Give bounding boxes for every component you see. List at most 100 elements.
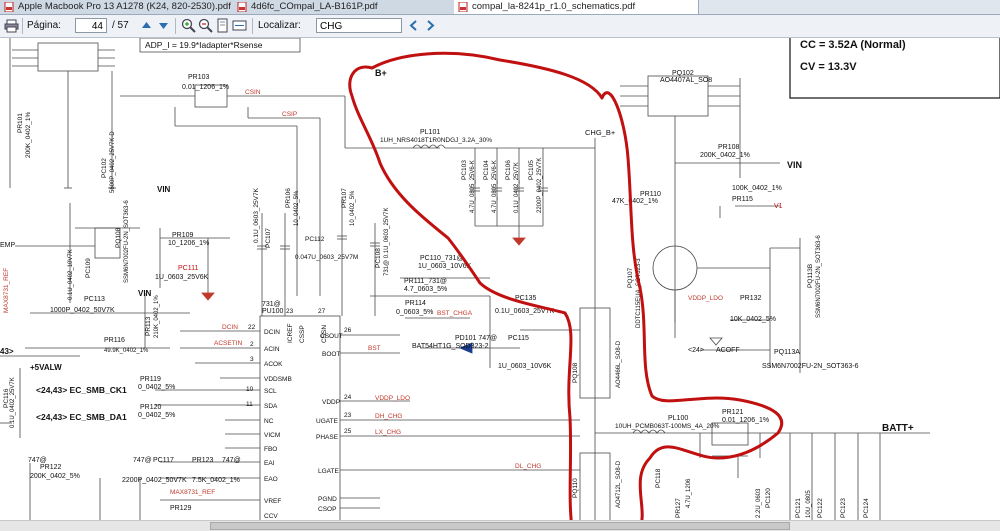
net-v1: V1 xyxy=(774,203,783,210)
tab-macbook-schematic[interactable]: Apple Macbook Pro 13 A1278 (K24, 820-253… xyxy=(0,0,251,14)
smb-data-net: <24,43> EC_SMB_DA1 xyxy=(36,412,127,422)
part-pr122-value: 200K_0402_5% xyxy=(30,473,80,480)
toolbar-separator xyxy=(22,18,23,34)
net-lx-chg: LX_CHG xyxy=(375,429,401,436)
ic-pin-name: VICM xyxy=(264,432,280,439)
part-pq110: PQ110 xyxy=(572,478,579,498)
part-pc107-value: 0.1U_0603_25V7K xyxy=(253,187,260,243)
toolbar-separator xyxy=(252,18,253,34)
ic-pin-name: EAI xyxy=(264,460,275,467)
part-pq113a-value: SSM6N7002FU-2N_SOT363-6 xyxy=(762,363,859,370)
page-down-icon[interactable] xyxy=(156,18,171,33)
variant-747-b: 747@ xyxy=(133,457,152,464)
part-pc117: PC117 xyxy=(153,457,174,464)
tab-compal-la-b161p[interactable]: 4d6fc_COmpal_LA-B161P.pdf xyxy=(233,0,472,14)
part-pr111-value: 4.7_0603_5% xyxy=(404,286,447,293)
part-pr123: PR123 xyxy=(192,457,214,464)
part-pr119: PR119 xyxy=(140,376,161,383)
zoom-out-icon[interactable] xyxy=(198,18,213,33)
ic-pin-name: CCV xyxy=(264,513,278,520)
tab-label: 4d6fc_COmpal_LA-B161P.pdf xyxy=(251,1,378,12)
find-next-icon[interactable] xyxy=(423,18,438,33)
part-pr107: PR107 xyxy=(341,188,348,208)
ic-pin-name: ACOK xyxy=(264,361,283,368)
part-pc106-value: 0.1U_0402_25V7K xyxy=(514,162,520,213)
part-pc104-value: 4.7U_0805_25V6-K xyxy=(492,160,498,213)
page-number-input[interactable]: 44 xyxy=(75,18,107,33)
variant-747-a: 747@ xyxy=(28,457,47,464)
ic-pin-top: CSSP xyxy=(299,325,306,343)
ic-pin-number-right: 23 xyxy=(344,412,352,419)
smb-clock-net: <24,43> EC_SMB_CK1 xyxy=(36,385,127,395)
part-pl100-value: 10UH_PCMB063T-100MS_4A_20% xyxy=(615,423,720,430)
part-pu100: PU100 xyxy=(262,308,284,315)
net-acoff: ACOFF xyxy=(716,347,740,354)
part-pr119-value: 0_0402_5% xyxy=(138,384,175,391)
part-pr106-value: 10_0402_5% xyxy=(294,190,300,226)
part-pc116: PC116 xyxy=(3,388,10,408)
ic-pin-name: DCIN xyxy=(264,329,280,336)
part-pq113b: PQ113B xyxy=(807,264,814,288)
ic-pin-number: 3 xyxy=(250,356,254,363)
horizontal-scrollbar[interactable] xyxy=(0,520,1000,531)
part-pq102: PQ102 xyxy=(672,70,694,77)
find-previous-icon[interactable] xyxy=(406,18,421,33)
part-pc103-value: 4.7U_0805_25V6-K xyxy=(470,160,476,213)
ic-pin-name: EAO xyxy=(264,476,278,483)
part-pc104: PC104 xyxy=(483,160,490,180)
net-max8731-ref-2: MAX8731_REF xyxy=(3,268,10,313)
toolbar-separator xyxy=(175,18,176,34)
zoom-in-icon[interactable] xyxy=(181,18,196,33)
page-up-icon[interactable] xyxy=(139,18,154,33)
part-pr129: PR129 xyxy=(170,505,192,512)
rail-vin-3: VIN xyxy=(138,289,152,298)
part-pr121: PR121 xyxy=(722,409,744,416)
part-pc105: PC105 xyxy=(528,160,535,180)
fit-width-icon[interactable] xyxy=(232,18,247,33)
part-pc103: PC103 xyxy=(461,160,468,180)
part-pc113: PC113 xyxy=(84,296,105,303)
note-cv: CV = 13.3V xyxy=(800,61,857,73)
part-pq110-value: AO4712L_SO8-D xyxy=(616,460,622,508)
part-pc115: PC115 xyxy=(508,335,529,342)
net-emp: EMP xyxy=(0,242,16,249)
rail-chg-bplus: CHG_B+ xyxy=(585,128,616,137)
part-pc105-value: 2200P_0402_25V7K xyxy=(537,158,543,213)
fit-page-icon[interactable] xyxy=(215,18,230,33)
part-pr120: PR120 xyxy=(140,404,162,411)
part-pr113: PR113 xyxy=(145,316,152,336)
part-pc117-value: 2200P_0402_50V7K xyxy=(122,477,187,484)
part-pr110-value: 47K_0402_1% xyxy=(612,198,658,205)
ic-pin-name: VDDSMB xyxy=(264,376,292,383)
part-pc116-value: 0.1U_0402_25V7K xyxy=(10,377,16,428)
part-pr108-value: 200K_0402_1% xyxy=(700,152,750,159)
tab-label: Apple Macbook Pro 13 A1278 (K24, 820-253… xyxy=(18,1,231,12)
part-pr111: PR111_731@ xyxy=(404,278,447,285)
part-pr110: PR110 xyxy=(640,191,661,198)
part-pc110-value: 1U_0603_10V6K xyxy=(418,263,472,270)
part-pc110: PC110_731@ xyxy=(420,255,464,262)
part-pl100: PL100 xyxy=(668,415,688,422)
part-pq108-hs-value: AO4466L_SO8-D xyxy=(616,340,622,388)
part-pr114-value: 0_0603_5% xyxy=(396,309,433,316)
document-viewport[interactable]: ADP_I = 19.9*Iadapter*Rsense CC = 3.52A … xyxy=(0,38,1000,520)
ic-pin-name: VREF xyxy=(264,498,281,505)
search-input[interactable]: CHG xyxy=(316,18,402,33)
part-pr101-value: 200K_0402_1% xyxy=(25,112,32,158)
ic-pin-name-right: CSOP xyxy=(318,506,336,513)
part-pr132: PR132 xyxy=(740,295,762,302)
part-pc111-value: 1U_0603_25V6K xyxy=(155,274,209,281)
part-pr115: PR115 xyxy=(732,196,753,203)
part-pc107: PC107 xyxy=(265,228,272,248)
part-pq107: PQ107 xyxy=(627,267,634,288)
print-icon[interactable] xyxy=(4,18,19,33)
part-pc112: PC112 xyxy=(305,236,325,243)
scrollbar-thumb[interactable] xyxy=(210,522,790,530)
ic-pin-top-number: 27 xyxy=(318,308,326,315)
net-vddp-ldo: VDDP_LDO xyxy=(375,395,410,402)
variant-747-c: 747@ xyxy=(222,457,241,464)
tab-compal-la-8241p[interactable]: compal_la-8241p_r1.0_schematics.pdf xyxy=(454,0,699,14)
net-csip: CSIP xyxy=(282,111,297,118)
part-pc108: PC108 xyxy=(375,248,382,268)
ic-pin-name: SCL xyxy=(264,388,277,395)
